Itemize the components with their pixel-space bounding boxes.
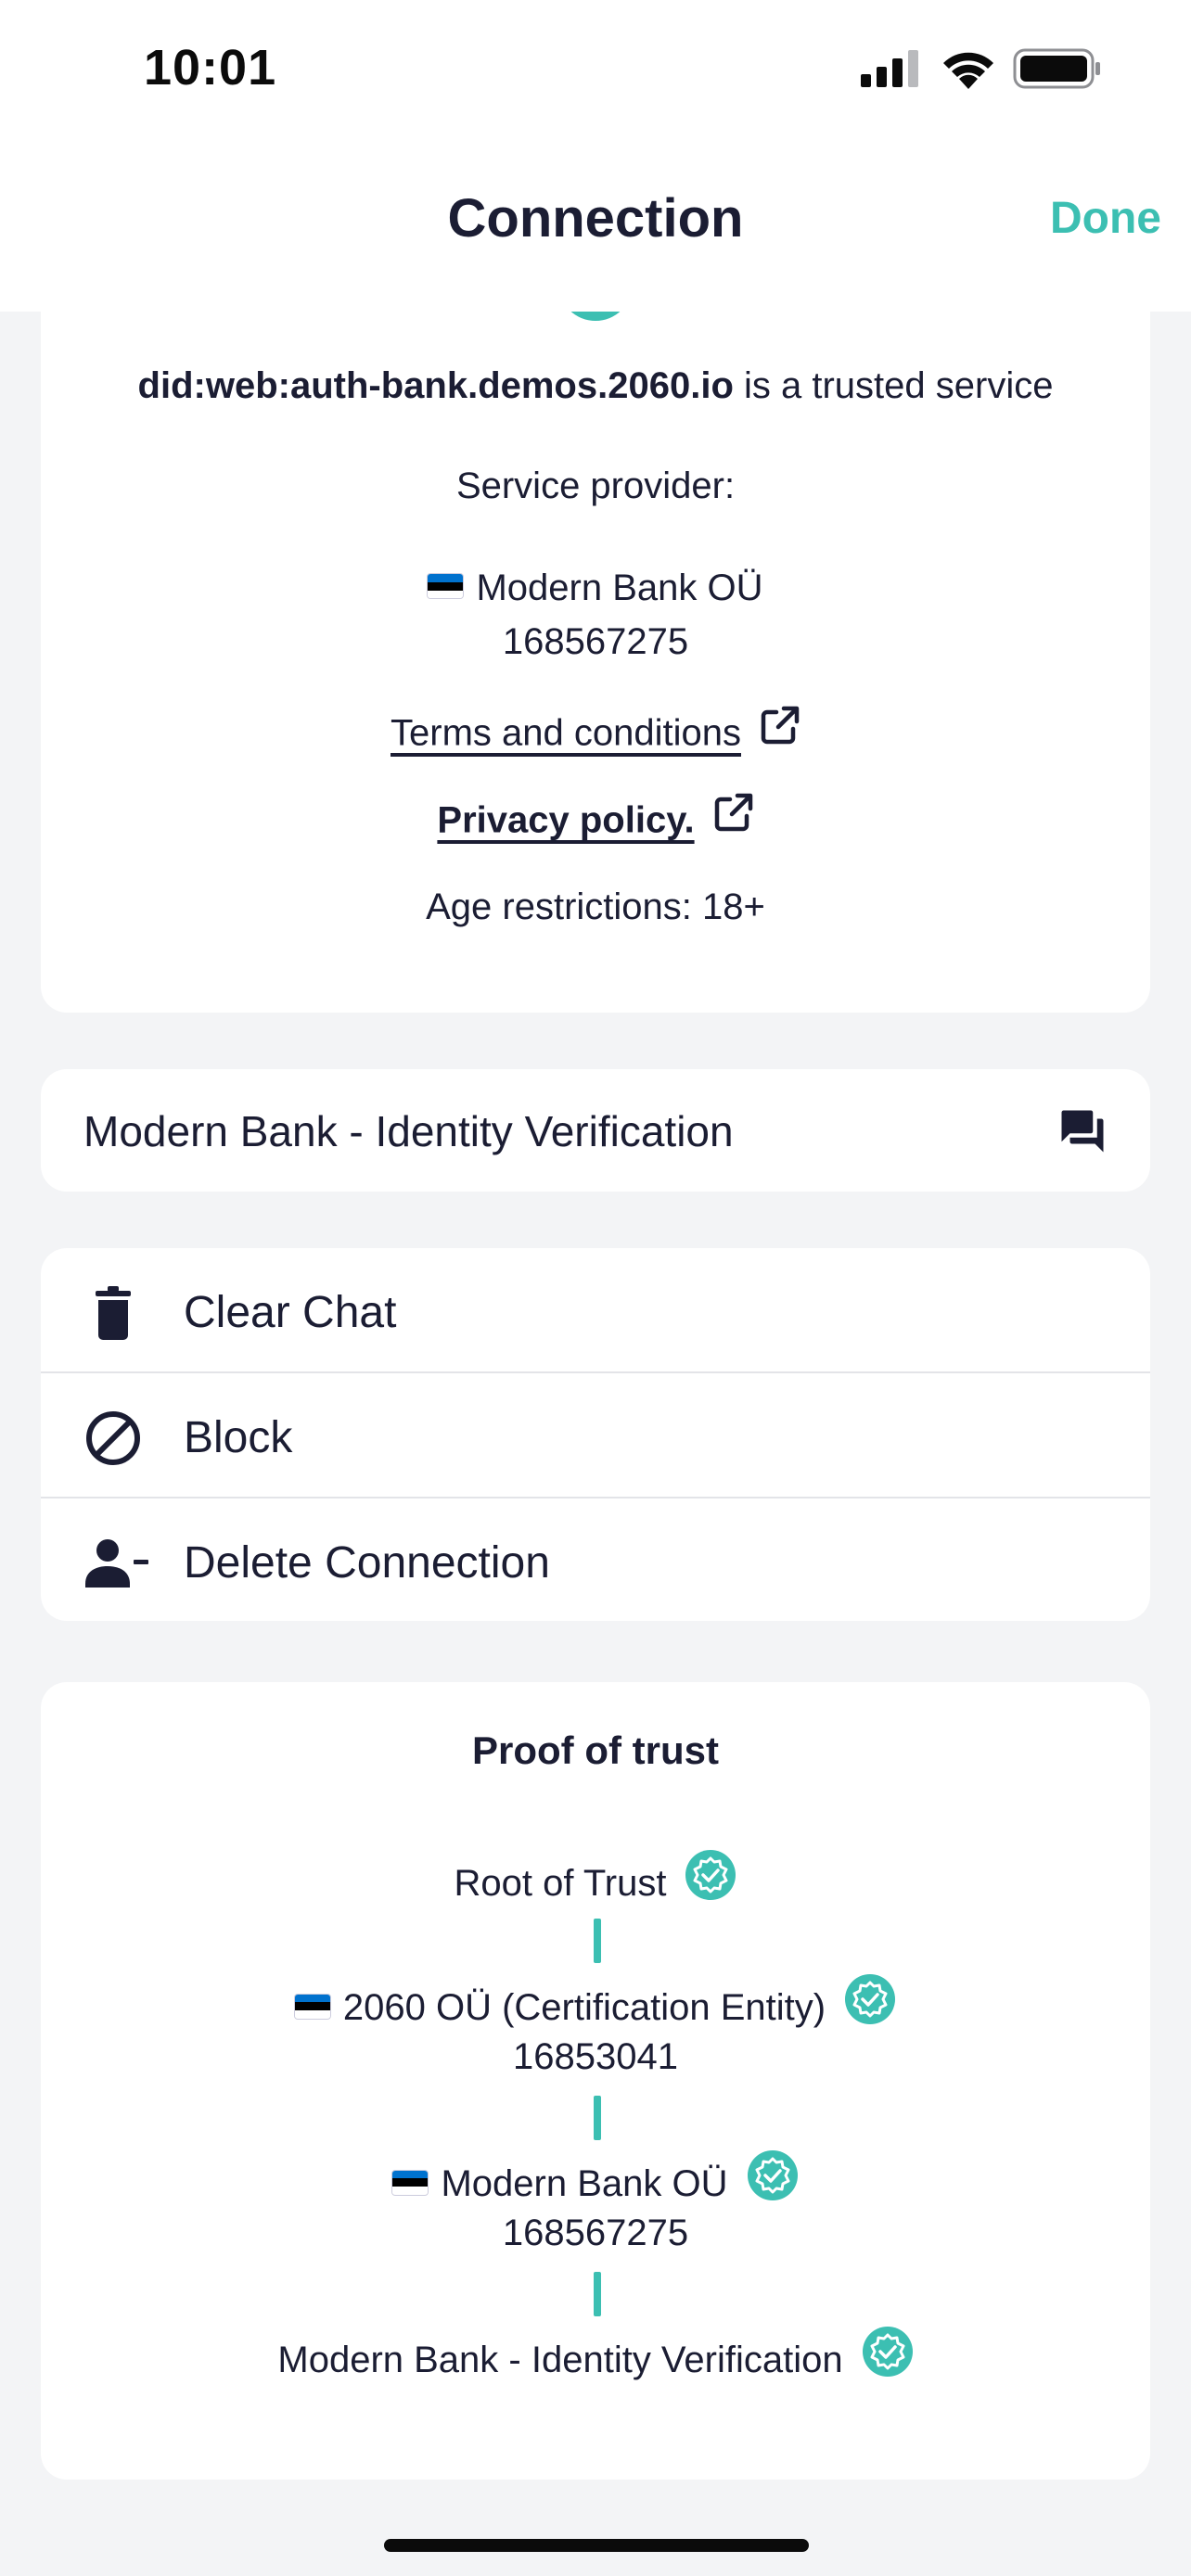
trust-node-name: Modern Bank OÜ	[441, 2163, 728, 2205]
trash-icon	[85, 1285, 141, 1341]
external-link-icon[interactable]	[760, 705, 800, 755]
terms-link-row: Terms and conditions	[41, 706, 1150, 760]
provider-name: Modern Bank OÜ	[476, 567, 763, 608]
proof-of-trust-card: Proof of trust Root of Trust 2060 OÜ (Ce…	[41, 1682, 1150, 2480]
chat-name: Modern Bank - Identity Verification	[83, 1107, 734, 1155]
trust-chain-connector	[594, 1919, 601, 1963]
trust-node-name: 2060 OÜ (Certification Entity)	[342, 1987, 826, 2029]
actions-card: Clear Chat Block Delete Connection	[41, 1248, 1150, 1621]
estonia-flag-icon	[294, 1994, 330, 2019]
block-button[interactable]: Block	[41, 1373, 1150, 1498]
trust-node-name: Root of Trust	[454, 1863, 667, 1905]
estonia-flag-icon	[428, 574, 464, 599]
home-indicator[interactable]	[384, 2539, 809, 2552]
delete-connection-button[interactable]: Delete Connection	[41, 1498, 1150, 1621]
status-time: 10:01	[144, 40, 277, 96]
wifi-icon	[943, 52, 993, 89]
person-remove-icon	[85, 1536, 148, 1591]
navigation-bar: Connection Done	[0, 139, 1191, 312]
trusted-suffix: is a trusted service	[733, 365, 1054, 406]
chat-row[interactable]: Modern Bank - Identity Verification	[41, 1069, 1150, 1192]
service-info-card: did:web:auth-bank.demos.2060.io is a tru…	[41, 278, 1150, 1013]
action-label: Block	[184, 1413, 293, 1462]
battery-icon	[1013, 48, 1100, 89]
age-restrictions: Age restrictions: 18+	[426, 886, 765, 927]
service-provider-heading: Service provider:	[455, 465, 736, 506]
status-bar: 10:01	[0, 0, 1191, 139]
trust-node-name: Modern Bank - Identity Verification	[277, 2340, 843, 2381]
privacy-link-row: Privacy policy.	[41, 793, 1150, 848]
status-icons	[861, 48, 1102, 89]
trust-node-id: 168567275	[502, 2213, 689, 2253]
proof-of-trust-title: Proof of trust	[472, 1728, 719, 1772]
trust-chain-connector	[594, 2272, 601, 2316]
clear-chat-button[interactable]: Clear Chat	[41, 1248, 1150, 1372]
trust-chain-node: Root of Trust	[41, 1850, 1150, 1919]
block-icon	[85, 1410, 141, 1466]
service-did: did:web:auth-bank.demos.2060.io	[137, 365, 734, 406]
verified-badge-icon	[844, 1973, 896, 2039]
cellular-signal-icon	[861, 50, 918, 87]
trust-chain-connector	[594, 2096, 601, 2140]
external-link-icon[interactable]	[713, 792, 754, 842]
privacy-policy-link[interactable]: Privacy policy.	[437, 800, 694, 841]
action-label: Clear Chat	[184, 1288, 397, 1337]
verified-badge-icon	[747, 2149, 799, 2215]
action-label: Delete Connection	[184, 1538, 550, 1588]
page-title: Connection	[447, 188, 744, 249]
chat-bubbles-icon	[1057, 1106, 1108, 1161]
trust-node-id: 16853041	[513, 2036, 678, 2077]
estonia-flag-icon	[392, 2170, 429, 2195]
terms-and-conditions-link[interactable]: Terms and conditions	[391, 713, 741, 754]
trust-chain-node: Modern Bank - Identity Verification	[41, 2326, 1150, 2395]
trusted-service-statement: did:web:auth-bank.demos.2060.io is a tru…	[41, 365, 1150, 407]
verified-badge-icon	[862, 2326, 914, 2391]
provider-name-row: Modern Bank OÜ	[41, 567, 1150, 609]
done-button[interactable]: Done	[1050, 193, 1161, 244]
verified-badge-icon	[685, 1849, 736, 1915]
provider-id: 168567275	[502, 621, 689, 662]
